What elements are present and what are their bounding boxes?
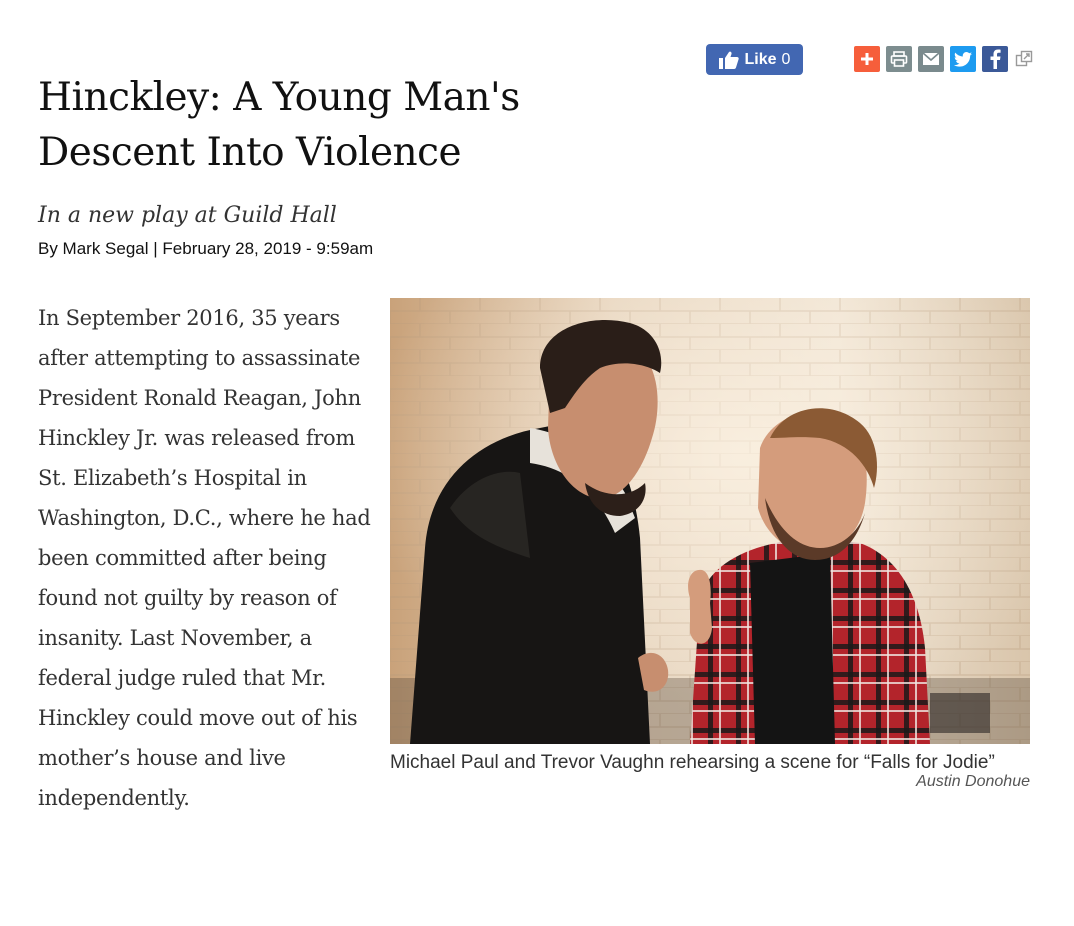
like-count: 0 [781,50,791,68]
article-title: Hinckley: A Young Man's Descent Into Vio… [38,75,520,175]
article-byline: By Mark Segal | February 28, 2019 - 9:59… [38,239,374,258]
facebook-like-button[interactable]: Like 0 [706,44,803,75]
plus-icon[interactable] [854,46,880,72]
article-body: In September 2016, 35 years after attemp… [38,306,371,810]
email-icon[interactable] [918,46,944,72]
facebook-icon[interactable] [982,46,1008,72]
photo-credit: Austin Donohue [916,773,1030,790]
twitter-icon[interactable] [950,46,976,72]
external-share-icon[interactable] [1014,49,1034,69]
print-icon[interactable] [886,46,912,72]
article-subtitle: In a new play at Guild Hall [38,203,337,228]
photo-caption: Michael Paul and Trevor Vaughn rehearsin… [390,752,995,773]
share-toolbar [854,46,1034,72]
like-label: Like [744,50,777,68]
thumbs-up-icon [718,51,739,69]
article-photo[interactable] [390,298,1030,744]
